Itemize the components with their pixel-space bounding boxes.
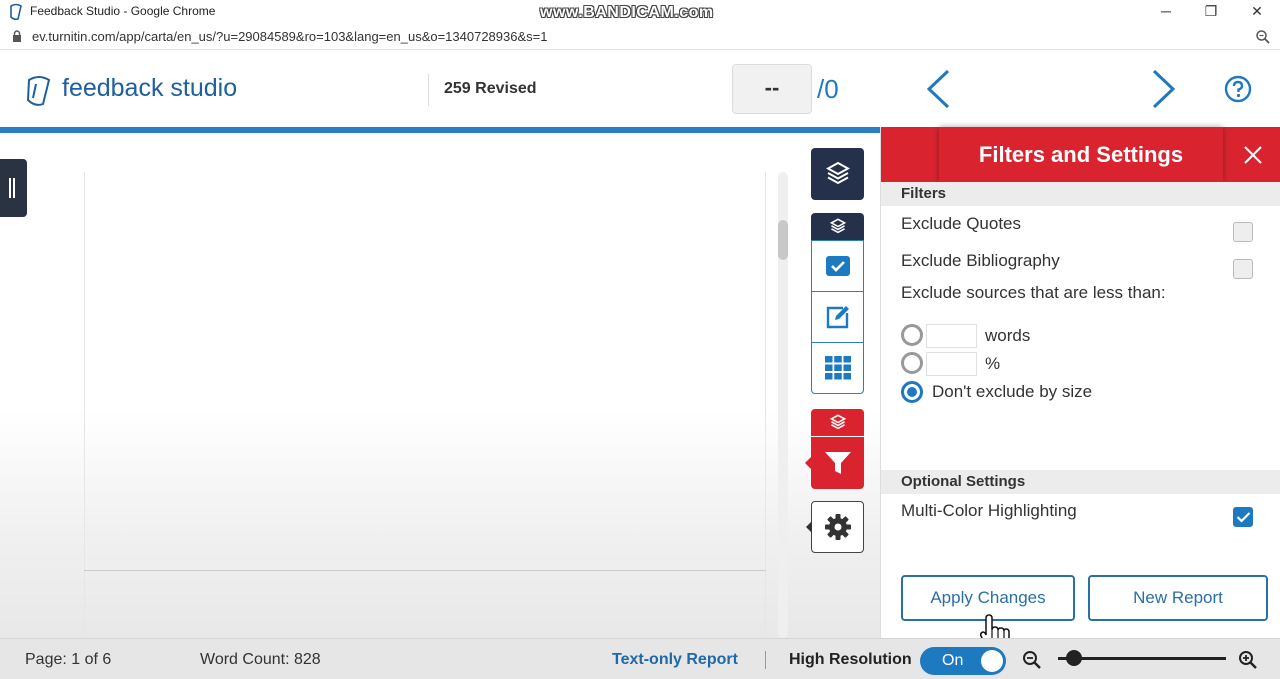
high-resolution-label: High Resolution bbox=[789, 651, 912, 668]
gear-icon bbox=[824, 514, 851, 540]
optional-settings-heading: Optional Settings bbox=[881, 470, 1280, 494]
layers-small-icon bbox=[829, 218, 846, 234]
layers-icon bbox=[825, 161, 850, 185]
exclude-by-words-radio[interactable] bbox=[901, 324, 923, 346]
rubric-button[interactable] bbox=[811, 342, 864, 394]
words-unit-label: words bbox=[985, 326, 1031, 345]
page-number-input[interactable]: -- bbox=[732, 64, 812, 114]
text-only-report-link[interactable]: Text-only Report bbox=[612, 651, 738, 669]
checkbox-icon bbox=[825, 256, 850, 276]
filters-settings-panel: Filters and Settings Filters Exclude Quo… bbox=[880, 127, 1280, 638]
feedback-studio-logo-icon bbox=[26, 76, 51, 106]
window-title: Feedback Studio - Google Chrome bbox=[30, 4, 216, 18]
percent-unit-label: % bbox=[985, 354, 1001, 373]
exclude-sources-label: Exclude sources that are less than: bbox=[901, 283, 1166, 302]
exclude-by-percent-radio[interactable] bbox=[901, 352, 923, 374]
footer-divider bbox=[765, 651, 766, 669]
panel-title: Filters and Settings bbox=[939, 127, 1223, 182]
percent-input[interactable] bbox=[926, 352, 977, 376]
turnitin-favicon-icon bbox=[10, 3, 22, 21]
exclude-bibliography-label: Exclude Bibliography bbox=[901, 251, 1060, 270]
recorder-watermark: www.BANDICAM.com bbox=[540, 4, 714, 21]
filters-heading: Filters bbox=[881, 182, 1280, 206]
zoom-indicator-icon[interactable] bbox=[1255, 29, 1271, 45]
browser-title-bar: Feedback Studio - Google Chrome www.BAND… bbox=[0, 0, 1280, 24]
similarity-layer-tab[interactable] bbox=[811, 409, 864, 436]
panel-close-button[interactable] bbox=[1223, 127, 1280, 182]
help-icon[interactable] bbox=[1224, 75, 1252, 103]
layers-button[interactable] bbox=[811, 148, 864, 200]
next-arrow-icon[interactable] bbox=[1150, 68, 1178, 110]
toggle-state: On bbox=[942, 652, 964, 669]
restore-button[interactable]: ❐ bbox=[1188, 0, 1234, 24]
zoom-out-icon[interactable] bbox=[1022, 650, 1042, 670]
close-window-button[interactable]: ✕ bbox=[1234, 0, 1280, 24]
dont-exclude-radio[interactable] bbox=[901, 381, 923, 403]
grading-layer-tab[interactable] bbox=[811, 213, 864, 240]
minimize-button[interactable]: ─ bbox=[1143, 0, 1189, 24]
zoom-in-icon[interactable] bbox=[1238, 650, 1258, 670]
filter-icon bbox=[824, 452, 851, 474]
url-text[interactable]: ev.turnitin.com/app/carta/en_us/?u=29084… bbox=[32, 29, 547, 44]
header-divider bbox=[428, 74, 429, 106]
lock-icon bbox=[13, 30, 21, 42]
comments-button[interactable] bbox=[811, 291, 864, 343]
document-page[interactable] bbox=[84, 172, 766, 638]
edit-icon bbox=[826, 306, 849, 329]
filters-button[interactable] bbox=[811, 437, 864, 489]
app-header: feedback studio 259 Revised -- /0 bbox=[0, 50, 1280, 128]
new-report-button[interactable]: New Report bbox=[1088, 575, 1268, 621]
settings-pointer bbox=[806, 521, 812, 533]
multicolor-label: Multi-Color Highlighting bbox=[901, 501, 1077, 520]
quickmarks-button[interactable] bbox=[811, 240, 864, 292]
submission-title: 259 Revised bbox=[444, 80, 537, 97]
side-drawer-handle[interactable] bbox=[0, 159, 27, 217]
page-divider bbox=[84, 570, 766, 571]
document-scrollbar-thumb[interactable] bbox=[778, 220, 788, 260]
checkmark-icon bbox=[1236, 512, 1251, 523]
status-footer: Page: 1 of 6 Word Count: 828 Text-only R… bbox=[0, 638, 1280, 679]
active-tool-pointer bbox=[805, 456, 812, 470]
previous-arrow-icon[interactable] bbox=[924, 68, 952, 110]
word-count: Word Count: 828 bbox=[200, 651, 321, 668]
address-bar[interactable]: ev.turnitin.com/app/carta/en_us/?u=29084… bbox=[0, 24, 1280, 50]
exclude-quotes-checkbox[interactable] bbox=[1233, 222, 1253, 242]
exclude-bibliography-checkbox[interactable] bbox=[1233, 259, 1253, 279]
grid-icon bbox=[824, 356, 851, 380]
words-count-input[interactable] bbox=[926, 324, 977, 348]
close-icon bbox=[1244, 146, 1262, 164]
zoom-slider-handle[interactable] bbox=[1066, 650, 1082, 666]
high-resolution-toggle[interactable]: On bbox=[920, 647, 1006, 675]
dont-exclude-label: Don't exclude by size bbox=[932, 382, 1093, 401]
brand-name: feedback studio bbox=[62, 74, 238, 102]
page-total: /0 bbox=[817, 74, 839, 104]
zoom-slider-track[interactable] bbox=[1058, 657, 1226, 660]
layers-small-icon bbox=[829, 414, 846, 430]
exclude-quotes-label: Exclude Quotes bbox=[901, 214, 1022, 233]
settings-button[interactable] bbox=[811, 501, 864, 553]
page-indicator: Page: 1 of 6 bbox=[25, 651, 112, 668]
multicolor-checkbox[interactable] bbox=[1233, 507, 1253, 527]
